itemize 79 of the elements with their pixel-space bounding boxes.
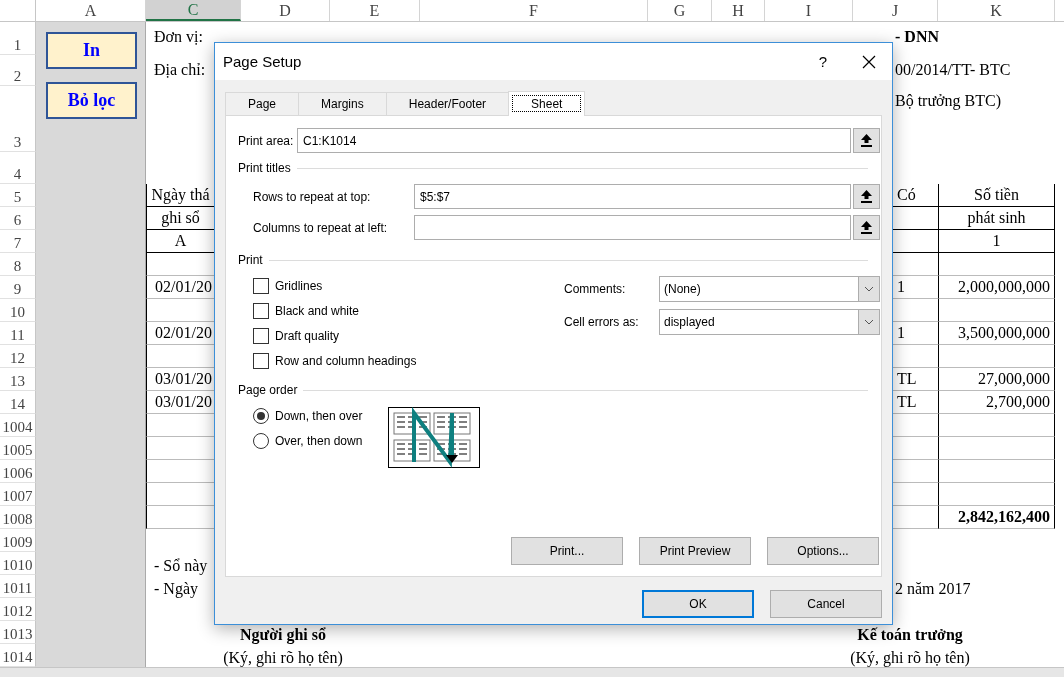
dialog-button[interactable]: Print Preview: [639, 537, 751, 565]
group-heading: Print titles: [238, 161, 291, 175]
cell-text: TL: [897, 370, 917, 388]
checkbox[interactable]: [253, 353, 269, 369]
checkbox-label: Black and white: [275, 304, 360, 318]
tab[interactable]: Page: [225, 92, 300, 115]
cell-text: (Ký, ghi rõ họ tên): [223, 649, 343, 667]
cell-text: 00/2014/TT- BTC: [895, 61, 1011, 79]
checkbox[interactable]: [253, 278, 269, 294]
collapse-button[interactable]: [853, 184, 880, 209]
cell-text: - Sổ này: [154, 557, 208, 575]
cell-text: Có: [897, 186, 916, 204]
cell-text: 2 năm 2017: [895, 580, 971, 598]
cell-text: 1: [992, 232, 1001, 250]
cell-text: phát sinh: [967, 209, 1026, 227]
field-label: Cell errors as:: [564, 315, 640, 329]
group-heading: Print: [238, 253, 263, 267]
cell-text: 1: [897, 324, 905, 342]
dropdown[interactable]: displayed: [659, 309, 880, 335]
up-arrow-icon: [861, 221, 872, 234]
dialog-button[interactable]: Print...: [511, 537, 623, 565]
checkbox-label: Draft quality: [275, 329, 340, 343]
radio-label: Down, then over: [275, 409, 363, 423]
sheet-button[interactable]: Bỏ lọc: [46, 82, 137, 119]
cell-text: 03/01/20: [155, 370, 212, 388]
help-button[interactable]: ?: [800, 43, 846, 80]
group-heading: Page order: [238, 383, 298, 397]
collapse-button[interactable]: [853, 128, 880, 153]
radio-button[interactable]: [253, 408, 269, 424]
cell-text: 02/01/20: [155, 278, 212, 296]
input-field[interactable]: [414, 215, 851, 240]
chevron-down-icon: [864, 286, 874, 292]
tab[interactable]: Sheet: [508, 91, 586, 116]
cell-text: Kế toán trưởng: [857, 626, 963, 644]
cell-text: - Ngày: [154, 580, 198, 598]
field-label: Rows to repeat at top:: [253, 189, 372, 204]
dialog-button[interactable]: OK: [642, 590, 754, 618]
cell-text: 02/01/20: [155, 324, 212, 342]
cell-text: ghi sổ: [161, 209, 200, 227]
radio-button[interactable]: [253, 433, 269, 449]
column-header[interactable]: C: [146, 0, 241, 21]
dialog-button[interactable]: Options...: [767, 537, 879, 565]
cell-text: 27,000,000: [978, 370, 1050, 388]
cell-text: - DNN: [895, 28, 939, 46]
cell-text: TL: [897, 393, 917, 411]
cell-text: 2,700,000: [986, 393, 1050, 411]
cell-text: Bộ trưởng BTC): [895, 92, 1002, 110]
close-icon: [862, 54, 876, 69]
cell-text: 1: [897, 278, 905, 296]
input-field[interactable]: C1:K1014: [297, 128, 851, 153]
checkbox-label: Row and column headings: [275, 354, 417, 368]
cell-text: 3,500,000,000: [958, 324, 1050, 342]
cell-text: (Ký, ghi rõ họ tên): [850, 649, 970, 667]
input-field[interactable]: $5:$7: [414, 184, 851, 209]
dropdown[interactable]: (None): [659, 276, 880, 302]
cell-text: A: [174, 232, 187, 250]
cell-text: 03/01/20: [155, 393, 212, 411]
cell-text: Địa chỉ:: [154, 61, 206, 79]
cell-text: 2,842,162,400: [958, 508, 1050, 526]
checkbox-label: Gridlines: [275, 279, 323, 293]
radio-label: Over, then down: [275, 434, 363, 448]
field-label: Comments:: [564, 282, 627, 296]
checkbox[interactable]: [253, 303, 269, 319]
collapse-button[interactable]: [853, 215, 880, 240]
dialog-button[interactable]: Cancel: [770, 590, 882, 618]
sheet-button[interactable]: In: [46, 32, 137, 69]
cell-text: Ngày thá: [151, 186, 210, 204]
dialog-title: Page Setup: [223, 53, 302, 70]
cell-text: Đơn vị:: [154, 28, 203, 46]
cell-text: Người ghi sổ: [240, 626, 326, 644]
field-label: Columns to repeat at left:: [253, 220, 389, 235]
chevron-down-icon: [864, 319, 874, 325]
cell-text: Số tiền: [974, 186, 1019, 204]
scroll-bar[interactable]: [0, 667, 1064, 677]
checkbox[interactable]: [253, 328, 269, 344]
up-arrow-icon: [861, 190, 872, 203]
cell-text: 2,000,000,000: [958, 278, 1050, 296]
field-label: Print area:: [238, 133, 295, 148]
up-arrow-icon: [861, 134, 872, 147]
